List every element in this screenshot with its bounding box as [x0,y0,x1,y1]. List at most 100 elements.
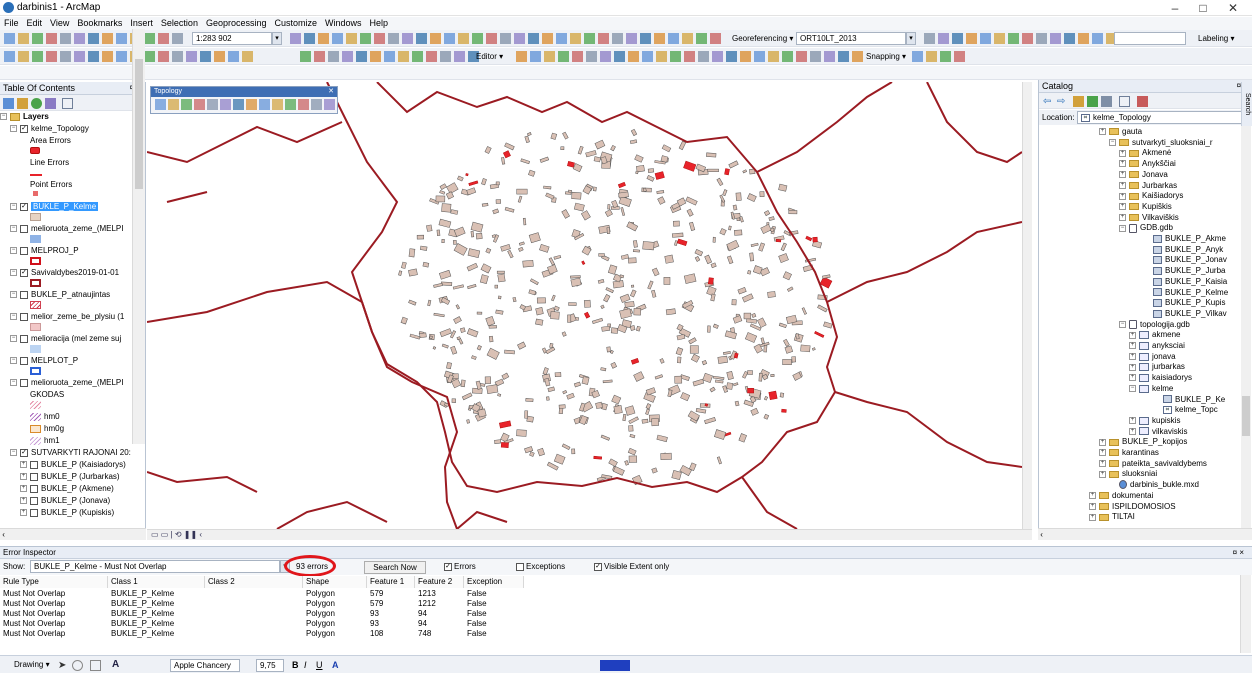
expand-collapse-icon[interactable]: + [1119,213,1126,221]
editing-tool-icon[interactable] [454,51,465,62]
parcel-feature[interactable] [595,401,603,410]
parcel-feature[interactable] [613,405,623,415]
editing-tool-icon[interactable] [572,51,583,62]
parcel-feature[interactable] [676,333,686,341]
parcel-feature[interactable] [441,203,452,213]
parcel-feature[interactable] [671,232,684,238]
select-elements-icon[interactable]: ➤ [58,660,69,671]
parcel-feature[interactable] [782,359,792,366]
rule-type-cell[interactable]: Must Not Overlap [0,609,108,619]
parcel-feature[interactable] [633,371,645,382]
parcel-feature[interactable] [629,433,636,439]
parcel-feature[interactable] [439,190,446,195]
parcel-feature[interactable] [600,304,605,309]
parcel-feature[interactable] [419,332,427,339]
topology-tool-icon[interactable] [311,99,322,110]
list-by-visibility-icon[interactable] [31,98,42,109]
catalog-item[interactable]: + ISPILDOMOSIOS [1089,501,1176,512]
rule-type-cell[interactable]: Must Not Overlap [0,619,108,629]
topology-tool-icon[interactable] [168,99,179,110]
editing-tool-icon[interactable] [614,51,625,62]
parcel-feature[interactable] [656,190,665,195]
parcel-feature[interactable] [466,187,477,196]
parcel-feature[interactable] [525,398,534,402]
catalog-item[interactable]: + Jurbarkas [1119,180,1177,191]
editing-tool-icon[interactable] [782,51,793,62]
editing-tool-icon[interactable] [18,51,29,62]
editing-tool-icon[interactable] [426,51,437,62]
menu-bookmarks[interactable]: Bookmarks [73,17,126,30]
parcel-feature[interactable] [645,387,656,396]
parcel-feature[interactable] [452,284,464,290]
toc-layer-row[interactable]: − melioracija (mel zeme suj [10,333,121,345]
overlap-error-feature[interactable] [747,388,754,394]
parcel-feature[interactable] [600,434,611,441]
toggle-contents-icon[interactable] [1119,96,1130,107]
catalog-item[interactable]: − kelme [1129,383,1173,394]
parcel-feature[interactable] [526,132,532,137]
rotate-icon[interactable] [72,660,83,671]
catalog-item[interactable]: BUKLE_P_Akme [1143,233,1226,244]
parcel-feature[interactable] [440,281,453,286]
parcel-feature[interactable] [811,347,816,351]
parcel-feature[interactable] [553,305,560,312]
expand-collapse-icon[interactable]: − [1119,320,1126,328]
editing-tool-icon[interactable] [116,51,127,62]
expand-collapse-icon[interactable]: + [1119,171,1126,179]
parcel-feature[interactable] [550,311,560,320]
expand-collapse-icon[interactable]: + [1089,492,1096,500]
expand-collapse-icon[interactable]: + [1119,160,1126,168]
parcel-feature[interactable] [767,291,776,298]
error-table-scrollbar[interactable] [1240,575,1251,653]
standard-tool-icon[interactable] [952,33,963,44]
list-by-source-icon[interactable] [17,98,28,109]
layer-visibility-checkbox[interactable] [20,334,28,343]
editing-tool-icon[interactable] [356,51,367,62]
parcel-feature[interactable] [651,289,657,298]
parcel-feature[interactable] [631,284,635,288]
toc-layer-row[interactable]: Area Errors [30,135,71,147]
parcel-feature[interactable] [695,408,707,414]
editing-tool-icon[interactable] [698,51,709,62]
parcel-feature[interactable] [641,418,649,424]
parcel-feature[interactable] [642,241,655,251]
parcel-feature[interactable] [453,226,466,237]
parcel-feature[interactable] [688,337,697,345]
expand-collapse-icon[interactable]: + [1089,513,1096,521]
parcel-feature[interactable] [484,376,491,384]
parcel-feature[interactable] [451,398,456,403]
parcel-feature[interactable] [628,257,637,264]
catalog-item[interactable]: + kaisiadorys [1129,372,1192,383]
parcel-feature[interactable] [701,359,708,366]
parcel-feature[interactable] [455,304,461,310]
catalog-item[interactable]: + pateikta_savivaldybems [1099,458,1207,469]
georeferencing-layer-field[interactable]: ORT10LT_2013 [796,32,906,45]
parcel-feature[interactable] [460,379,466,388]
topology-tool-icon[interactable] [285,99,296,110]
parcel-feature[interactable] [426,224,433,232]
standard-tool-icon[interactable] [696,33,707,44]
parcel-feature[interactable] [726,382,734,390]
editing-tool-icon[interactable] [558,51,569,62]
expand-collapse-icon[interactable]: − [10,125,17,133]
parcel-feature[interactable] [758,372,763,382]
catalog-item[interactable]: − GDB.gdb [1119,222,1173,233]
exception-cell[interactable]: False [464,619,524,629]
expand-collapse-icon[interactable]: − [10,449,17,457]
feature-2-cell[interactable]: 94 [415,609,464,619]
parcel-feature[interactable] [747,370,753,375]
standard-tool-icon[interactable] [158,33,169,44]
exception-cell[interactable]: False [464,589,524,599]
parcel-feature[interactable] [757,317,767,328]
expand-collapse-icon[interactable]: − [10,203,17,211]
feature-1-cell[interactable]: 93 [367,619,415,629]
standard-tool-icon[interactable] [430,33,441,44]
editing-tool-icon[interactable] [440,51,451,62]
overlap-error-feature[interactable] [500,442,509,448]
parcel-feature[interactable] [739,216,744,223]
editing-tool-icon[interactable] [740,51,751,62]
parcel-feature[interactable] [667,389,673,398]
list-by-drawing-order-icon[interactable] [3,98,14,109]
standard-tool-icon[interactable] [966,33,977,44]
layer-visibility-checkbox[interactable]: ✓ [20,202,28,211]
